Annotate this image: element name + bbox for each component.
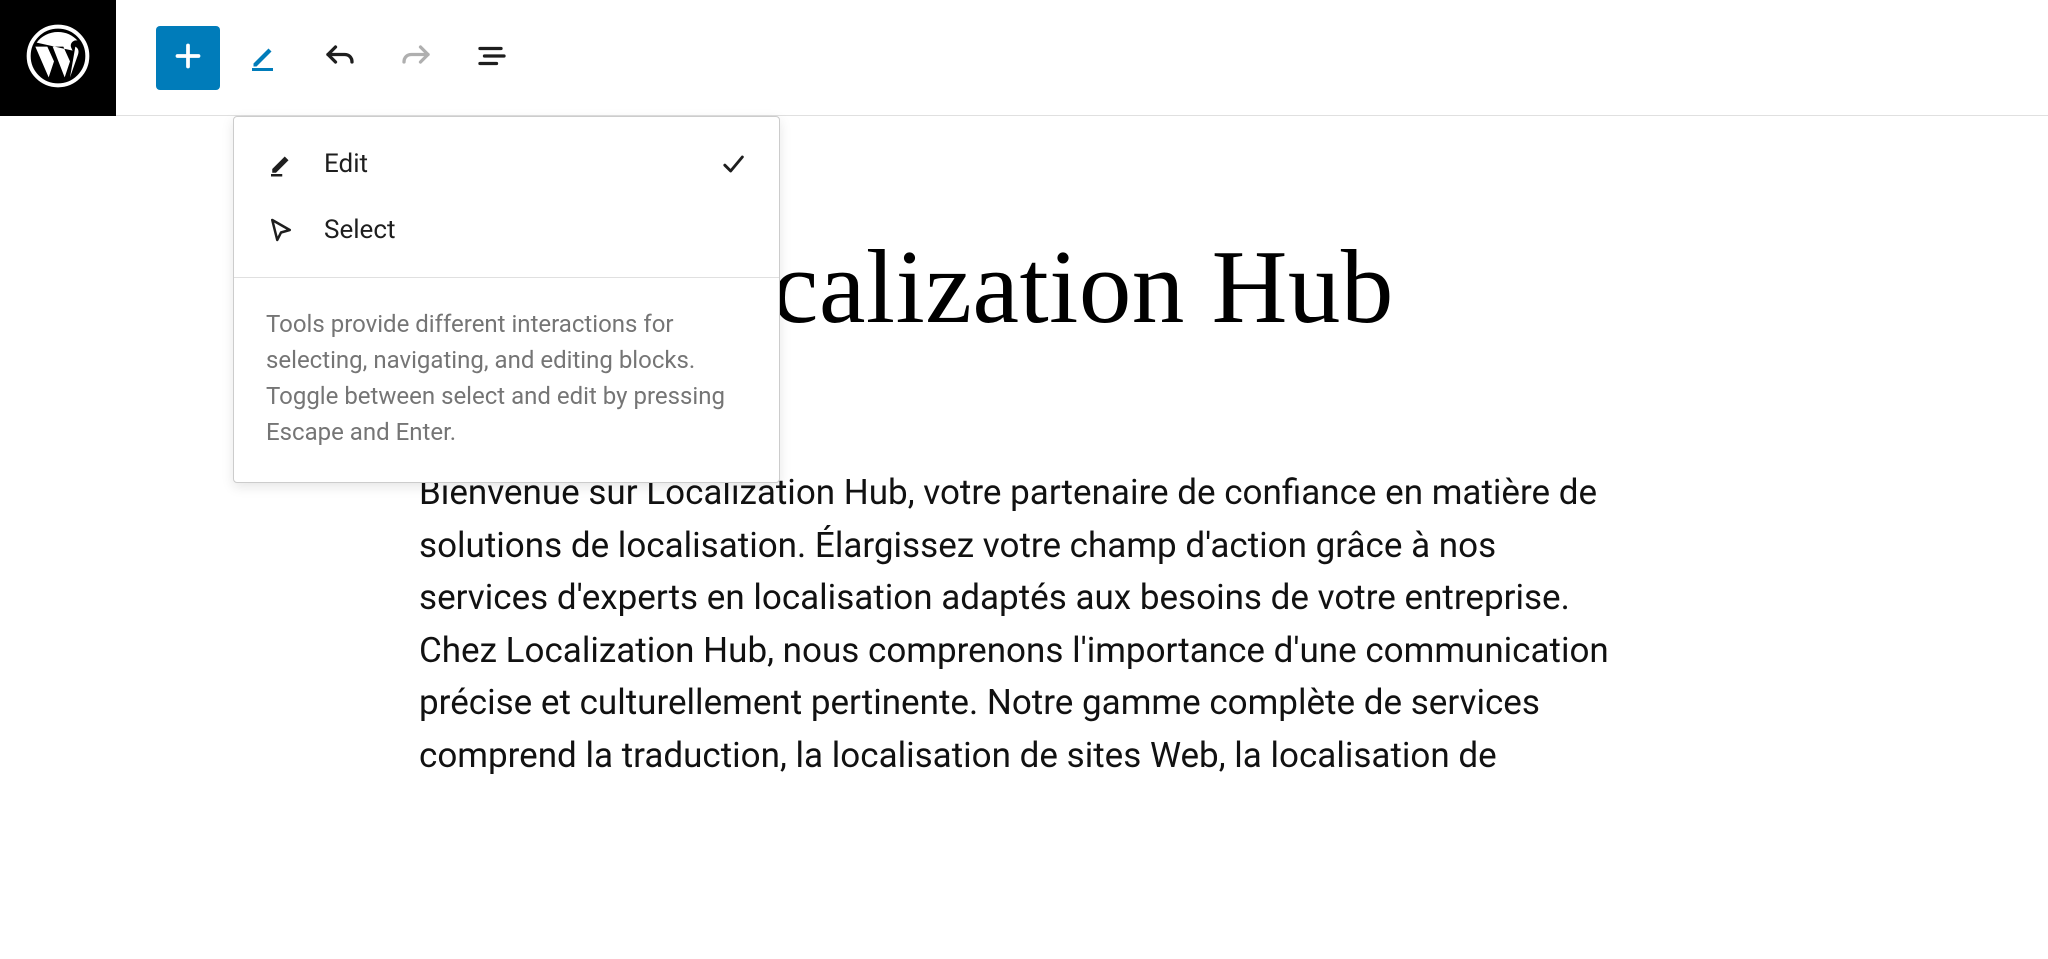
outline-icon bbox=[474, 38, 510, 77]
cursor-icon bbox=[266, 215, 296, 245]
document-outline-button[interactable] bbox=[460, 26, 524, 90]
plus-icon bbox=[170, 38, 206, 77]
editor-toolbar bbox=[116, 26, 524, 90]
tools-menu-select[interactable]: Select bbox=[234, 197, 779, 277]
tools-menu-edit[interactable]: Edit bbox=[234, 117, 779, 197]
editor-top-bar bbox=[0, 0, 2048, 116]
add-block-button[interactable] bbox=[156, 26, 220, 90]
tools-help-text: Tools provide different interactions for… bbox=[234, 278, 779, 482]
redo-icon bbox=[398, 38, 434, 77]
wordpress-logo-button[interactable] bbox=[0, 0, 116, 116]
menu-item-label: Select bbox=[324, 215, 747, 245]
page-body-paragraph[interactable]: Bienvenue sur Localization Hub, votre pa… bbox=[419, 467, 1629, 782]
pencil-icon bbox=[266, 149, 296, 179]
redo-button[interactable] bbox=[384, 26, 448, 90]
check-icon bbox=[719, 150, 747, 178]
menu-item-label: Edit bbox=[324, 149, 719, 179]
pencil-icon bbox=[246, 38, 282, 77]
tools-dropdown: Edit Select Tools provide different inte… bbox=[233, 116, 780, 483]
wordpress-icon bbox=[26, 24, 90, 92]
tools-button[interactable] bbox=[232, 26, 296, 90]
undo-button[interactable] bbox=[308, 26, 372, 90]
undo-icon bbox=[322, 38, 358, 77]
